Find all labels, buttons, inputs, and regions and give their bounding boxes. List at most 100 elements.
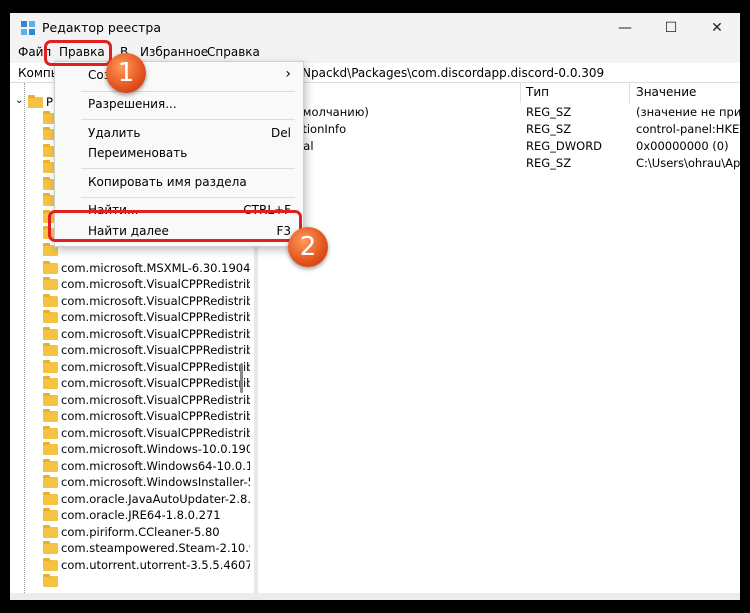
close-icon: ✕ (711, 20, 723, 36)
tree-item-label: com.microsoft.VisualCPPRedistribut (61, 360, 250, 374)
folder-icon (28, 95, 43, 108)
menu-item-rename[interactable]: Переименовать (55, 144, 303, 164)
column-value-header[interactable]: Значение (636, 85, 696, 99)
tree-item[interactable]: com.microsoft.VisualCPPRedistribut (10, 294, 250, 310)
step-badge-1: 1 (106, 53, 146, 93)
tree-guide-line (24, 83, 26, 593)
tree-item[interactable]: com.steampowered.Steam-2.10.91.9 (10, 541, 250, 557)
menu-favorites[interactable]: Избранное (140, 45, 208, 59)
window-title: Редактор реестра (42, 20, 161, 35)
tree-row-hidden (10, 574, 250, 590)
tree-item[interactable]: com.microsoft.Windows-10.0.19042 (10, 442, 250, 458)
menu-separator (81, 119, 295, 120)
tree-item-label: com.oracle.JRE64-1.8.0.271 (61, 508, 221, 522)
tree-item-label: com.microsoft.WindowsInstaller-5.0 (61, 475, 250, 489)
tree-scrollbar-thumb[interactable] (240, 363, 243, 393)
tree-root-label: P (46, 95, 53, 109)
address-computer-label: Компь (18, 66, 58, 80)
menu-item-delete[interactable]: Удалить Del (55, 124, 303, 144)
row-name: nal (296, 139, 314, 153)
folder-icon (43, 558, 58, 571)
tree-item[interactable]: com.oracle.JavaAutoUpdater-2.8.27 (10, 492, 250, 508)
row-value: 0x00000000 (0) (636, 139, 729, 153)
menu-item-create[interactable]: Соз › (55, 66, 303, 86)
horizontal-scrollbar[interactable] (10, 593, 740, 600)
tree-item-label: com.utorrent.utorrent-3.5.5.46074 (61, 558, 250, 572)
folder-icon (43, 277, 58, 290)
address-path[interactable]: \Npackd\Packages\com.discordapp.discord-… (298, 66, 604, 80)
tree-item[interactable]: com.microsoft.WindowsInstaller-5.0 (10, 475, 250, 491)
folder-icon (43, 261, 58, 274)
folder-icon (43, 492, 58, 505)
folder-icon (43, 459, 58, 472)
highlight-edit-menu (44, 40, 112, 66)
menu-item-delete-label: Удалить (88, 126, 141, 140)
folder-icon (43, 541, 58, 554)
menu-item-rename-label: Переименовать (88, 146, 188, 160)
row-value: C:\Users\ohrau\AppI (636, 156, 740, 170)
minimize-button[interactable]: — (602, 13, 648, 43)
tree-item-label: com.microsoft.VisualCPPRedistribut (61, 409, 250, 423)
folder-icon (43, 294, 58, 307)
tree-item[interactable]: com.microsoft.VisualCPPRedistribut (10, 426, 250, 442)
menu-item-copy-key-name[interactable]: Копировать имя раздела (55, 173, 303, 193)
menu-help[interactable]: Справка (207, 45, 260, 59)
tree-item-label: com.microsoft.MSXML-6.30.19041.1 (61, 261, 250, 275)
tree-item[interactable]: com.piriform.CCleaner-5.80 (10, 525, 250, 541)
tree-item-label: com.microsoft.Windows-10.0.19042 (61, 442, 250, 456)
row-type: REG_SZ (526, 122, 572, 136)
row-type: REG_SZ (526, 105, 572, 119)
tree-item[interactable]: com.microsoft.VisualCPPRedistribut (10, 327, 250, 343)
values-list: Тип Значение умолчанию) REG_SZ (значение… (258, 83, 740, 600)
tree-item-label: com.steampowered.Steam-2.10.91.9 (61, 541, 250, 555)
tree-item-label: com.microsoft.VisualCPPRedistribut (61, 310, 250, 324)
tree-item[interactable]: com.microsoft.MSXML-6.30.19041.1 (10, 261, 250, 277)
tree-item-label: com.microsoft.VisualCPPRedistribut (61, 393, 250, 407)
registry-editor-window: Редактор реестра — ☐ ✕ Файл Правка В Изб… (10, 13, 740, 600)
menu-item-copy-key-label: Копировать имя раздела (88, 175, 247, 189)
tree-item[interactable]: com.oracle.JRE64-1.8.0.271 (10, 508, 250, 524)
folder-icon (43, 475, 58, 488)
highlight-find-next (48, 210, 302, 242)
menu-item-permissions[interactable]: Разрешения... (55, 95, 303, 115)
tree-item-label: com.microsoft.VisualCPPRedistribut (61, 426, 250, 440)
registry-app-icon (21, 21, 35, 35)
folder-icon (43, 442, 58, 455)
tree-item-label: com.microsoft.Windows64-10.0.1904 (61, 459, 250, 473)
submenu-arrow-icon: › (285, 66, 291, 82)
folder-icon (43, 360, 58, 373)
tree-item[interactable]: com.microsoft.Windows64-10.0.1904 (10, 459, 250, 475)
folder-icon (43, 525, 58, 538)
row-value: (значение не присв (636, 105, 740, 119)
folder-icon (43, 409, 58, 422)
tree-item[interactable]: com.microsoft.VisualCPPRedistribut (10, 277, 250, 293)
tree-item-label: com.microsoft.VisualCPPRedistribut (61, 327, 250, 341)
folder-icon (43, 426, 58, 439)
tree-item-label: com.piriform.CCleaner-5.80 (61, 525, 220, 539)
column-separator[interactable] (629, 83, 630, 103)
minimize-icon: — (618, 20, 632, 36)
title-bar: Редактор реестра — ☐ ✕ (10, 13, 740, 43)
row-type: REG_DWORD (526, 139, 603, 153)
column-type-header[interactable]: Тип (526, 85, 549, 99)
close-button[interactable]: ✕ (694, 13, 740, 43)
maximize-icon: ☐ (664, 20, 678, 36)
tree-item[interactable]: com.microsoft.VisualCPPRedistribut (10, 343, 250, 359)
row-name: ctionInfo (296, 122, 347, 136)
folder-icon (43, 393, 58, 406)
expand-chevron-icon[interactable]: ⌄ (15, 95, 23, 106)
tree-item[interactable]: com.utorrent.utorrent-3.5.5.46074 (10, 558, 250, 574)
tree-item[interactable]: com.microsoft.VisualCPPRedistribut (10, 310, 250, 326)
tree-item[interactable]: com.microsoft.VisualCPPRedistribut (10, 360, 250, 376)
menu-separator (81, 168, 295, 169)
tree-item[interactable]: com.microsoft.VisualCPPRedistribut (10, 376, 250, 392)
maximize-button[interactable]: ☐ (648, 13, 694, 43)
column-separator[interactable] (520, 83, 521, 103)
tree-item[interactable]: com.microsoft.VisualCPPRedistribut (10, 393, 250, 409)
tree-item-label: com.microsoft.VisualCPPRedistribut (61, 277, 250, 291)
folder-icon (43, 327, 58, 340)
tree-item[interactable]: com.microsoft.VisualCPPRedistribut (10, 409, 250, 425)
menu-item-permissions-label: Разрешения... (88, 97, 177, 111)
tree-item-label: com.microsoft.VisualCPPRedistribut (61, 294, 250, 308)
folder-icon (43, 343, 58, 356)
